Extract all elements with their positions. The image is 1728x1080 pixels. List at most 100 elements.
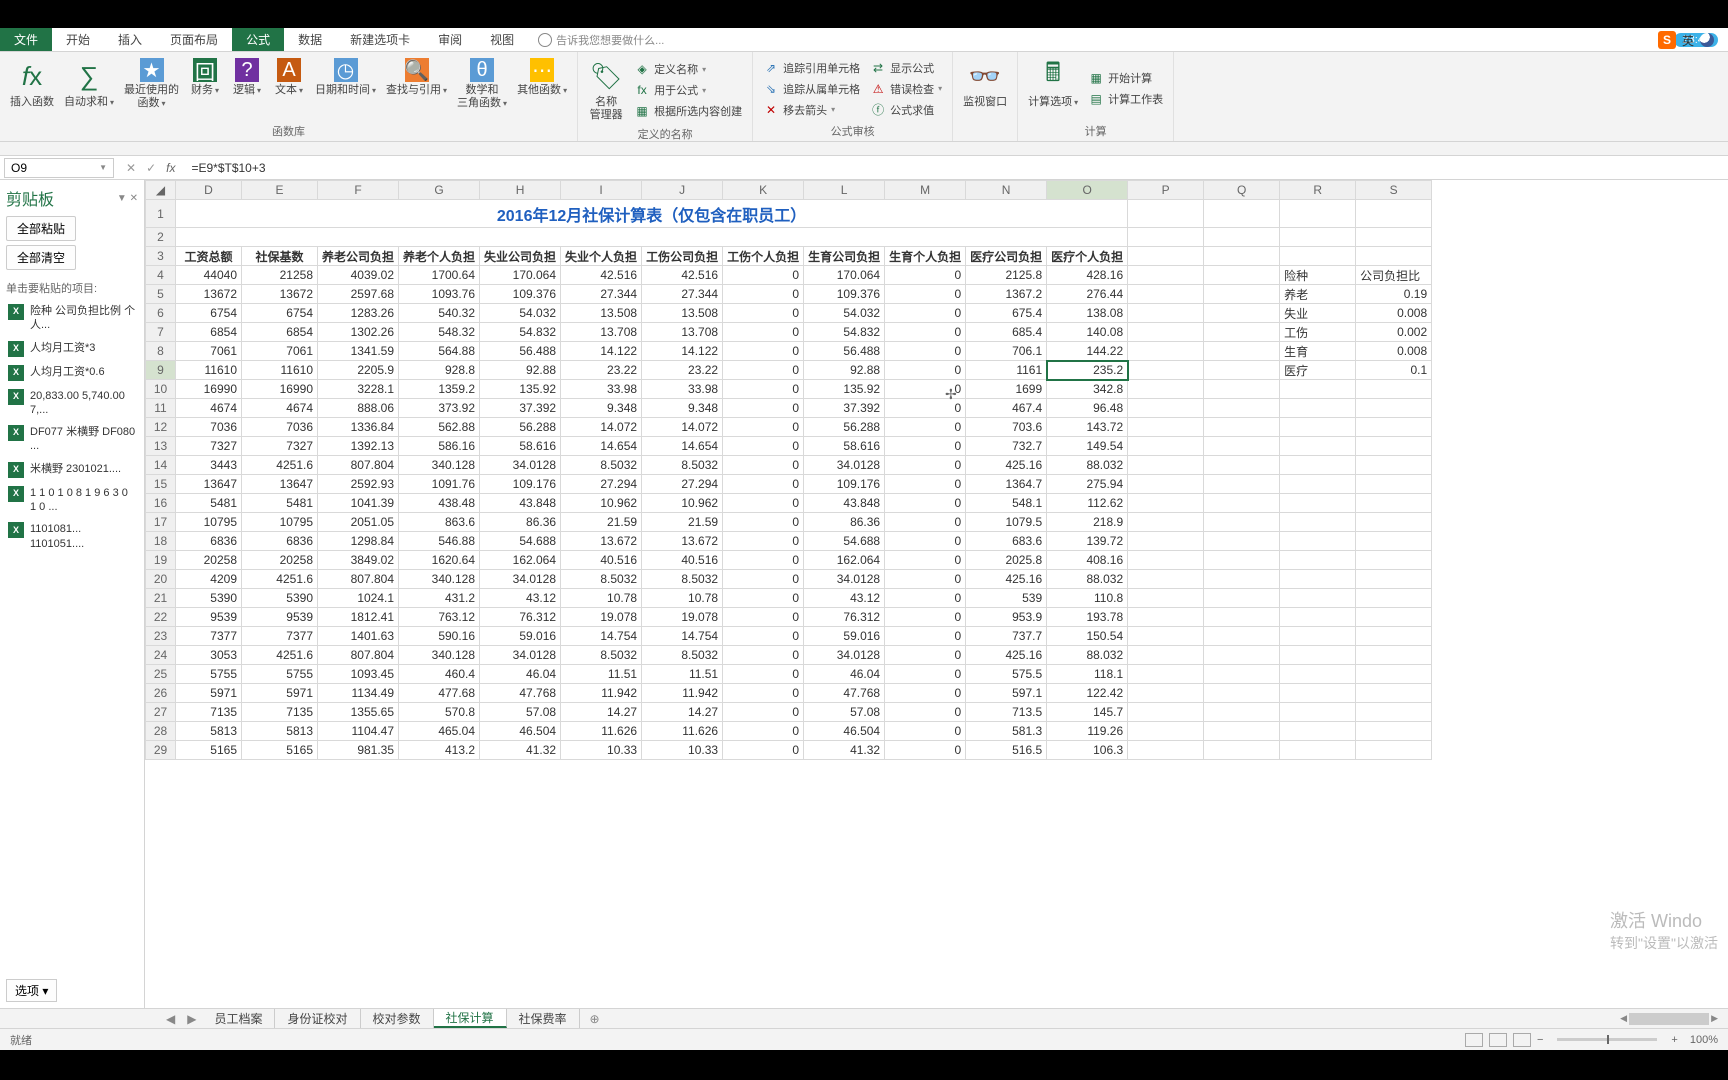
logical-button[interactable]: ?逻辑	[227, 56, 267, 121]
tab-formulas[interactable]: 公式	[232, 28, 284, 51]
cell[interactable]: 6854	[242, 323, 318, 342]
cell[interactable]: 7327	[176, 437, 242, 456]
cell[interactable]: 425.16	[966, 646, 1047, 665]
cell[interactable]: 467.4	[966, 399, 1047, 418]
tab-view[interactable]: 视图	[476, 28, 528, 51]
cell[interactable]: 54.832	[480, 323, 561, 342]
cell[interactable]: 546.88	[399, 532, 480, 551]
cell[interactable]: 14.122	[642, 342, 723, 361]
cell[interactable]: 0	[885, 646, 966, 665]
cell[interactable]: 0	[723, 456, 804, 475]
cell[interactable]: 431.2	[399, 589, 480, 608]
cell[interactable]: 54.032	[804, 304, 885, 323]
cell[interactable]: 13.508	[561, 304, 642, 323]
cell[interactable]: 13672	[242, 285, 318, 304]
cell[interactable]: 6854	[176, 323, 242, 342]
cell[interactable]: 1341.59	[318, 342, 399, 361]
cell[interactable]: 4674	[242, 399, 318, 418]
row-header[interactable]: 22	[146, 608, 176, 627]
cell[interactable]: 6836	[176, 532, 242, 551]
row-header[interactable]: 13	[146, 437, 176, 456]
cell[interactable]: 19.078	[642, 608, 723, 627]
tab-file[interactable]: 文件	[0, 28, 52, 51]
cell[interactable]: 58.616	[804, 437, 885, 456]
cell[interactable]: 1302.26	[318, 323, 399, 342]
evaluate-formula-button[interactable]: ⓕ公式求值	[866, 100, 946, 120]
tab-newtab[interactable]: 新建选项卡	[336, 28, 424, 51]
cell[interactable]: 1041.39	[318, 494, 399, 513]
cell[interactable]: 0	[723, 589, 804, 608]
cell[interactable]: 1367.2	[966, 285, 1047, 304]
cell[interactable]: 5971	[242, 684, 318, 703]
cell[interactable]: 34.0128	[804, 456, 885, 475]
cell[interactable]: 548.32	[399, 323, 480, 342]
cell[interactable]: 981.35	[318, 741, 399, 760]
sheet-tab[interactable]: 校对参数	[361, 1009, 434, 1028]
cell[interactable]: 44040	[176, 266, 242, 285]
cell[interactable]: 109.176	[480, 475, 561, 494]
row-header[interactable]: 24	[146, 646, 176, 665]
row-header[interactable]: 3	[146, 247, 176, 266]
cell[interactable]: 34.0128	[480, 570, 561, 589]
column-header[interactable]: F	[318, 181, 399, 200]
column-header[interactable]: J	[642, 181, 723, 200]
cell[interactable]: 11.942	[561, 684, 642, 703]
calc-options-button[interactable]: 🖩计算选项	[1024, 56, 1082, 121]
cell[interactable]: 109.376	[804, 285, 885, 304]
cell[interactable]: 0	[723, 570, 804, 589]
cell[interactable]: 40.516	[561, 551, 642, 570]
cell[interactable]: 0	[885, 456, 966, 475]
cell[interactable]: 5481	[176, 494, 242, 513]
column-header[interactable]: O	[1047, 181, 1128, 200]
row-header[interactable]: 26	[146, 684, 176, 703]
cell[interactable]: 59.016	[480, 627, 561, 646]
cell[interactable]: 7135	[176, 703, 242, 722]
cell[interactable]: 8.5032	[642, 646, 723, 665]
cell[interactable]: 145.7	[1047, 703, 1128, 722]
show-formulas-button[interactable]: ⇄显示公式	[866, 58, 946, 78]
cell[interactable]: 162.064	[804, 551, 885, 570]
cell[interactable]: 1392.13	[318, 437, 399, 456]
row-header[interactable]: 27	[146, 703, 176, 722]
cell[interactable]: 7036	[176, 418, 242, 437]
cell[interactable]: 1093.76	[399, 285, 480, 304]
cell[interactable]: 425.16	[966, 456, 1047, 475]
cell[interactable]: 0	[723, 361, 804, 380]
cell[interactable]: 0	[885, 608, 966, 627]
cell[interactable]: 562.88	[399, 418, 480, 437]
cell[interactable]: 54.688	[480, 532, 561, 551]
cell[interactable]: 193.78	[1047, 608, 1128, 627]
cell[interactable]: 14.122	[561, 342, 642, 361]
column-header[interactable]: M	[885, 181, 966, 200]
cell[interactable]: 2597.68	[318, 285, 399, 304]
cell[interactable]: 34.0128	[804, 646, 885, 665]
cell[interactable]: 4209	[176, 570, 242, 589]
cell[interactable]: 5813	[242, 722, 318, 741]
cell[interactable]: 0	[723, 684, 804, 703]
cell[interactable]: 2025.8	[966, 551, 1047, 570]
trace-precedents-button[interactable]: ⇗追踪引用单元格	[759, 58, 864, 78]
name-box[interactable]: O9▼	[4, 158, 114, 178]
cell[interactable]: 1093.45	[318, 665, 399, 684]
column-header[interactable]: K	[723, 181, 804, 200]
view-pagelayout-button[interactable]	[1489, 1033, 1507, 1047]
cell[interactable]: 276.44	[1047, 285, 1128, 304]
cell[interactable]: 0	[885, 627, 966, 646]
sheet-tab[interactable]: 社保费率	[507, 1009, 580, 1028]
cell[interactable]: 139.72	[1047, 532, 1128, 551]
row-header[interactable]: 8	[146, 342, 176, 361]
cell[interactable]: 564.88	[399, 342, 480, 361]
cell[interactable]: 3053	[176, 646, 242, 665]
cell[interactable]: 0	[885, 513, 966, 532]
cell[interactable]: 33.98	[642, 380, 723, 399]
cell[interactable]: 43.12	[804, 589, 885, 608]
cell[interactable]: 20258	[242, 551, 318, 570]
text-button[interactable]: A文本	[269, 56, 309, 121]
column-header[interactable]: Q	[1204, 181, 1280, 200]
zoom-slider[interactable]	[1557, 1038, 1657, 1041]
cell[interactable]: 88.032	[1047, 570, 1128, 589]
row-header[interactable]: 17	[146, 513, 176, 532]
cell[interactable]: 10795	[176, 513, 242, 532]
cell[interactable]: 6836	[242, 532, 318, 551]
cell[interactable]: 732.7	[966, 437, 1047, 456]
